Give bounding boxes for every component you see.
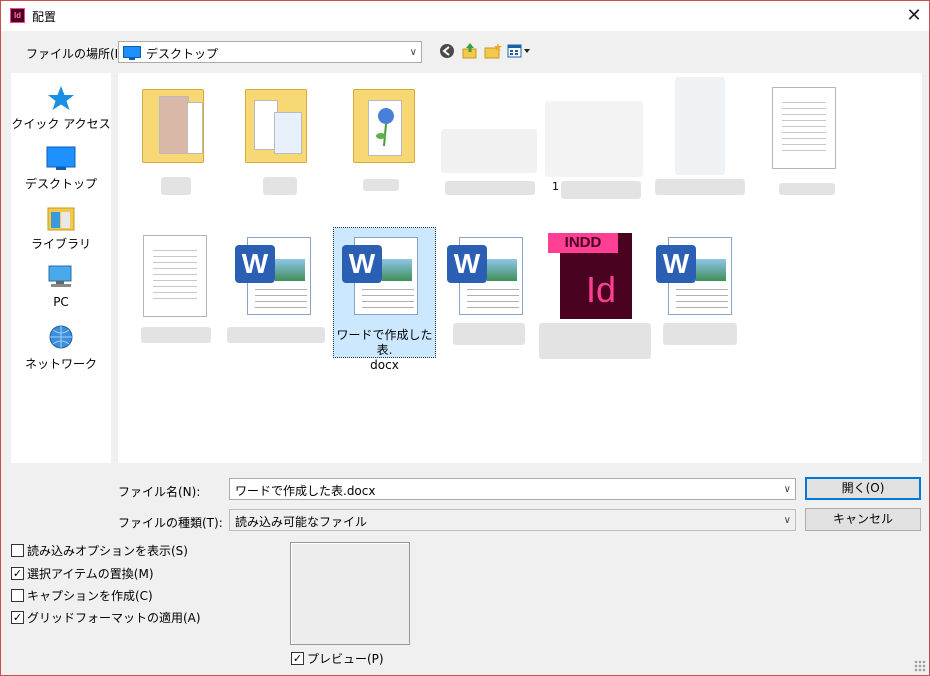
place-dialog: Id 配置 ✕ ファイルの場所(I): デスクトップ ∨ クイック アクセス デ…	[0, 0, 930, 676]
cancel-button[interactable]: キャンセル	[805, 508, 921, 531]
library-icon	[46, 203, 76, 233]
checkbox-label: グリッドフォーマットの適用(A)	[27, 611, 201, 625]
partial-file-label: 1	[552, 180, 559, 193]
pc-icon	[46, 263, 76, 293]
file-name-blurred	[161, 177, 191, 195]
filetype-label: ファイルの種類(T):	[118, 516, 223, 530]
lookin-label: ファイルの場所(I):	[26, 47, 127, 61]
selected-file-name: ワードで作成した表. docx	[336, 328, 433, 372]
filename-value: ワードで作成した表.docx	[235, 484, 376, 498]
back-arrow-icon[interactable]	[437, 41, 457, 61]
chevron-down-icon: ∨	[409, 46, 417, 58]
indesign-app-icon: Id	[10, 8, 25, 23]
file-name-blurred	[539, 323, 651, 359]
checkbox-label: プレビュー(P)	[307, 652, 384, 666]
sidebar-item-label: ライブラリ	[30, 237, 91, 251]
desktop-icon	[46, 143, 76, 173]
title-bar: Id 配置 ✕	[1, 1, 929, 31]
checkbox-box[interactable]	[11, 544, 24, 557]
file-name-blurred	[445, 181, 535, 195]
lookin-dropdown[interactable]: デスクトップ ∨	[118, 41, 422, 63]
file-name-blurred	[561, 181, 641, 199]
view-menu-icon[interactable]	[507, 41, 533, 61]
file-name-blurred	[141, 327, 211, 343]
file-name-blurred	[663, 323, 737, 345]
checkbox-box[interactable]: ✓	[11, 567, 24, 580]
file-thumbnail-blurred[interactable]	[441, 129, 537, 173]
show-import-options-checkbox[interactable]: 読み込みオプションを表示(S)	[11, 542, 188, 559]
document-icon[interactable]	[772, 87, 836, 169]
preview-checkbox[interactable]: ✓ プレビュー(P)	[291, 650, 384, 667]
filetype-value: 読み込み可能なファイル	[235, 515, 368, 529]
sidebar-item-label: デスクトップ	[24, 177, 97, 191]
file-name-blurred	[263, 177, 297, 195]
desktop-folder-icon	[123, 46, 141, 60]
sidebar-item-desktop[interactable]: デスクトップ	[11, 143, 111, 192]
file-thumbnail-blurred[interactable]	[675, 77, 725, 175]
new-folder-icon[interactable]	[483, 41, 503, 61]
sidebar-item-pc[interactable]: PC	[11, 263, 111, 309]
word-document-icon[interactable]: W	[235, 233, 315, 317]
file-name-blurred	[363, 179, 399, 191]
up-folder-icon[interactable]	[460, 41, 480, 61]
file-name-blurred	[655, 179, 745, 195]
file-thumbnail-blurred[interactable]	[545, 101, 643, 177]
create-caption-checkbox[interactable]: キャプションを作成(C)	[11, 587, 153, 604]
checkbox-label: 読み込みオプションを表示(S)	[27, 544, 188, 558]
dialog-title: 配置	[32, 10, 57, 24]
chevron-down-icon: ∨	[783, 514, 791, 526]
lookin-value: デスクトップ	[146, 47, 219, 61]
indesign-document-icon[interactable]: INDD Id	[548, 233, 636, 321]
document-icon[interactable]	[143, 235, 207, 317]
apply-grid-format-checkbox[interactable]: ✓ グリッドフォーマットの適用(A)	[11, 609, 201, 626]
file-name-blurred	[779, 183, 835, 195]
sidebar-item-label: PC	[53, 295, 69, 309]
resize-grip-icon[interactable]	[914, 660, 926, 672]
star-icon	[46, 83, 76, 113]
preview-pane	[290, 542, 410, 645]
sidebar-item-quick-access[interactable]: クイック アクセス	[11, 83, 111, 132]
checkbox-label: キャプションを作成(C)	[27, 589, 153, 603]
places-sidebar: クイック アクセス デスクトップ ライブラリ PC ネットワーク	[11, 73, 111, 463]
folder-icon[interactable]	[245, 89, 307, 163]
filename-label: ファイル名(N):	[118, 485, 201, 499]
network-icon	[46, 323, 76, 353]
checkbox-box[interactable]	[11, 589, 24, 602]
word-document-icon[interactable]: W	[342, 233, 422, 317]
sidebar-item-library[interactable]: ライブラリ	[11, 203, 111, 252]
folder-icon[interactable]	[353, 89, 415, 163]
checkbox-box[interactable]: ✓	[11, 611, 24, 624]
filetype-dropdown[interactable]: 読み込み可能なファイル ∨	[229, 509, 796, 531]
open-button[interactable]: 開く(O)	[805, 477, 921, 500]
checkbox-label: 選択アイテムの置換(M)	[27, 567, 154, 581]
folder-icon[interactable]	[142, 89, 204, 163]
checkbox-box[interactable]: ✓	[291, 652, 304, 665]
sidebar-item-network[interactable]: ネットワーク	[11, 323, 111, 372]
word-document-icon[interactable]: W	[447, 233, 527, 317]
replace-selected-item-checkbox[interactable]: ✓ 選択アイテムの置換(M)	[11, 565, 154, 582]
file-name-blurred	[227, 327, 325, 343]
sidebar-item-label: ネットワーク	[24, 357, 97, 371]
file-name-blurred	[453, 323, 525, 345]
filename-input[interactable]: ワードで作成した表.docx ∨	[229, 478, 796, 500]
chevron-down-icon[interactable]: ∨	[784, 479, 791, 499]
close-button[interactable]: ✕	[899, 1, 929, 31]
word-document-icon[interactable]: W	[656, 233, 736, 317]
sidebar-item-label: クイック アクセス	[11, 117, 111, 131]
